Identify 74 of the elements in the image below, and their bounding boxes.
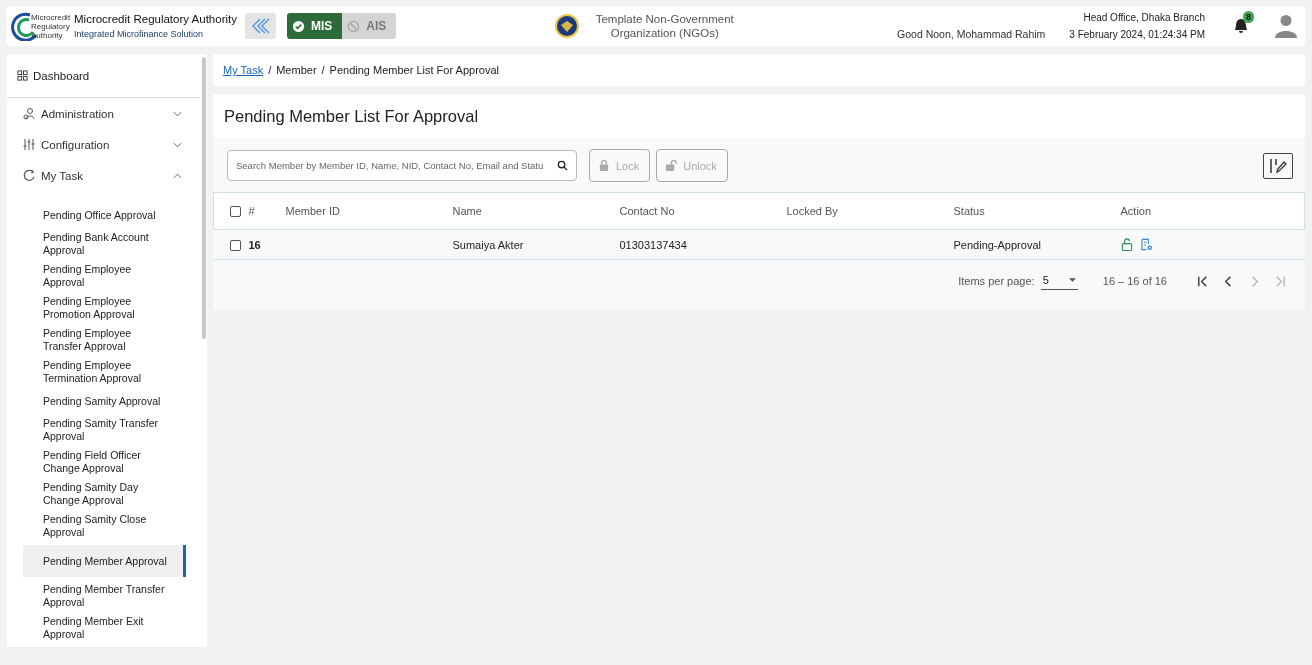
select-all-checkbox[interactable]	[230, 206, 241, 218]
users-icon	[23, 107, 35, 120]
sidebar-item[interactable]: Pending Samity Approval	[23, 388, 186, 414]
sidebar-item[interactable]: Pending Samity Close Approval	[23, 510, 186, 542]
sidebar-item[interactable]: Pending Employee Promotion Approval	[23, 292, 186, 324]
caret-icon	[1068, 278, 1076, 282]
dashboard-link[interactable]: Dashboard	[7, 54, 200, 98]
chevron-icon	[173, 172, 182, 179]
column-edit-icon	[1268, 156, 1288, 175]
unlock-icon[interactable]	[1120, 238, 1133, 252]
breadcrumb-link[interactable]: My Task	[223, 64, 264, 76]
sidebar-item[interactable]: Pending Office Approval	[23, 202, 186, 228]
page-title: Pending Member List For Approval	[223, 106, 480, 127]
sidebar-item[interactable]: Pending Samity Day Change Approval	[23, 478, 186, 510]
items-per-page-label: Items per page:	[958, 275, 1035, 287]
notification-badge: 8	[1243, 11, 1254, 23]
sidebar-group[interactable]: Configuration	[7, 129, 200, 160]
check-circle-icon	[292, 19, 305, 33]
sidebar-item[interactable]: Pending Member Exit Approval	[23, 612, 186, 644]
document-view-icon[interactable]	[1140, 238, 1153, 252]
column-header: Locked By	[786, 205, 838, 217]
padlock-icon	[598, 159, 610, 172]
sidebar-item[interactable]: Pending Employee Transfer Approval	[23, 324, 186, 356]
open-padlock-icon	[665, 159, 678, 172]
table-cell: 16	[248, 238, 261, 251]
column-header: Status	[953, 205, 985, 217]
page-range: 16 – 16 of 16	[1102, 275, 1167, 287]
double-chevron-left-icon	[250, 17, 271, 35]
module-toggle[interactable]: MIS	[287, 13, 343, 39]
chevron-icon	[173, 110, 182, 117]
bell-icon	[1234, 18, 1248, 34]
app-title: Microcredit Regulatory Authority	[74, 13, 237, 25]
greeting: Good Noon, Mohammad Rahim	[897, 28, 1046, 40]
page-size-select[interactable]: 5	[1040, 272, 1078, 290]
sidebar-group[interactable]: Administration	[7, 98, 200, 129]
sidebar-group[interactable]: My Task	[7, 160, 200, 191]
breadcrumb-separator: /	[268, 64, 272, 76]
search-field[interactable]: Search Member by Member ID, Name, NID, Contact No, Email and Statu	[227, 150, 577, 181]
sidebar-item[interactable]: Pending Employee Approval	[23, 260, 186, 292]
date-time: 3 February 2024, 01:24:34 PM	[1069, 28, 1205, 42]
sidebar-item[interactable]: Pending Bank Account Approval	[23, 228, 186, 260]
chevron-icon	[173, 141, 182, 148]
column-edit-button[interactable]	[1263, 152, 1293, 179]
app-subtitle: Integrated Microfinance Solution	[74, 29, 205, 39]
organization-name: Template Non-Government Organization (NGOs)	[594, 12, 735, 40]
sidebar-item[interactable]: Pending Samity Transfer Approval	[23, 414, 186, 446]
ban-icon	[347, 19, 361, 33]
row-checkbox[interactable]	[229, 239, 241, 251]
breadcrumb-separator: /	[321, 64, 325, 76]
refresh-icon	[23, 169, 35, 182]
first-page-icon	[1195, 274, 1209, 288]
column-header: #	[248, 205, 255, 217]
sliders-icon	[23, 138, 35, 151]
table-cell: 01303137434	[619, 238, 687, 251]
seal-icon	[553, 13, 580, 39]
collapse-sidebar-button[interactable]	[245, 13, 276, 39]
sidebar-item[interactable]: Pending Field Officer Change Approval	[23, 446, 186, 478]
table-cell: Sumaiya Akter	[452, 238, 524, 251]
grid-icon	[17, 70, 28, 81]
scrollbar[interactable]	[202, 57, 206, 339]
column-header: Contact No	[619, 205, 675, 217]
office-name: Head Office, Dhaka Branch	[1082, 11, 1205, 25]
column-header: Name	[452, 205, 482, 217]
breadcrumb-item: Pending Member List For Approval	[329, 64, 499, 76]
user-avatar-icon[interactable]	[1275, 14, 1297, 38]
column-header: Action	[1120, 205, 1152, 217]
table-cell: Pending-Approval	[953, 238, 1041, 251]
breadcrumb-item: Member	[276, 64, 317, 76]
sidebar-item[interactable]: Pending Member Approval	[23, 545, 186, 577]
sidebar-item[interactable]: Pending Member Transfer Approval	[23, 580, 186, 612]
column-header: Member ID	[285, 205, 340, 217]
last-page-icon	[1273, 274, 1287, 288]
sidebar-item[interactable]: Pending Employee Termination Approval	[23, 356, 186, 388]
search-icon	[557, 160, 568, 171]
